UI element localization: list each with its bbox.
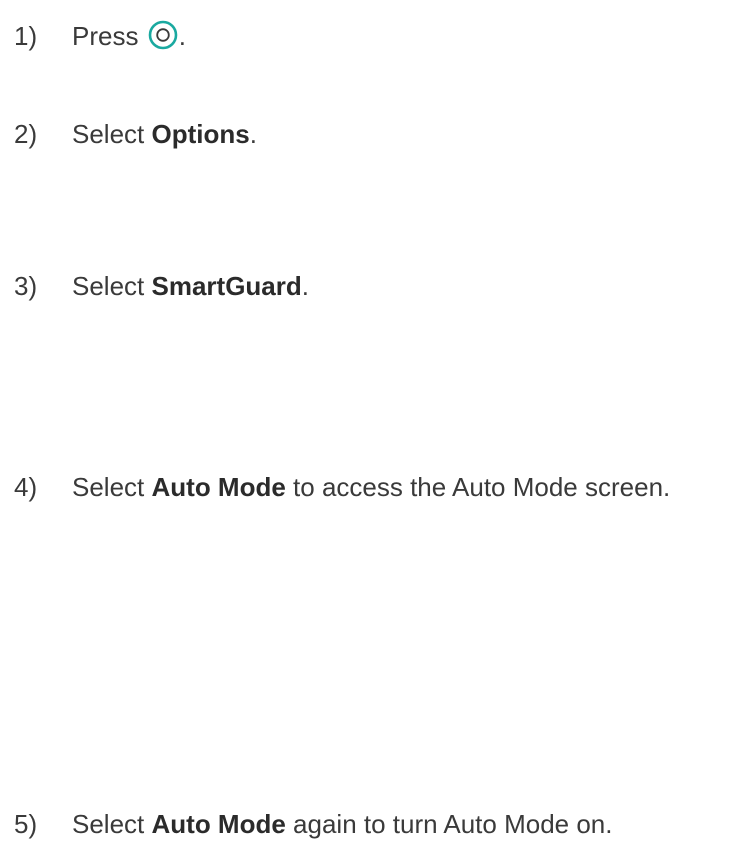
step-text-after: to access the Auto Mode screen. <box>285 472 671 502</box>
step-text: Select Auto Mode again to turn Auto Mode… <box>72 807 613 841</box>
step-text: Select SmartGuard. <box>72 269 309 303</box>
step-number: 5) <box>14 809 38 839</box>
step-text-before: Select <box>72 271 152 301</box>
step-text: Select Options. <box>72 117 257 151</box>
step-text: Press . <box>72 19 186 53</box>
step-bold-term: Auto Mode <box>151 472 286 502</box>
step-text-after: . <box>301 271 309 301</box>
step-text-after: . <box>178 21 186 51</box>
step-bold-term: SmartGuard <box>151 271 302 301</box>
step-number: 1) <box>14 21 38 51</box>
step-bold-term: Options <box>151 119 250 149</box>
step-number: 3) <box>14 271 38 301</box>
step-text-after: again to turn Auto Mode on. <box>285 809 613 839</box>
step-text-before: Select <box>72 119 152 149</box>
step-text-after: . <box>249 119 257 149</box>
step-number: 2) <box>14 119 38 149</box>
home-button-icon <box>148 20 178 50</box>
step-number: 4) <box>14 472 38 502</box>
step-text-before: Press <box>72 21 139 51</box>
step-text: Select Auto Mode to access the Auto Mode… <box>72 470 670 504</box>
step-text-before: Select <box>72 472 152 502</box>
step-bold-term: Auto Mode <box>151 809 286 839</box>
step-text-before: Select <box>72 809 152 839</box>
